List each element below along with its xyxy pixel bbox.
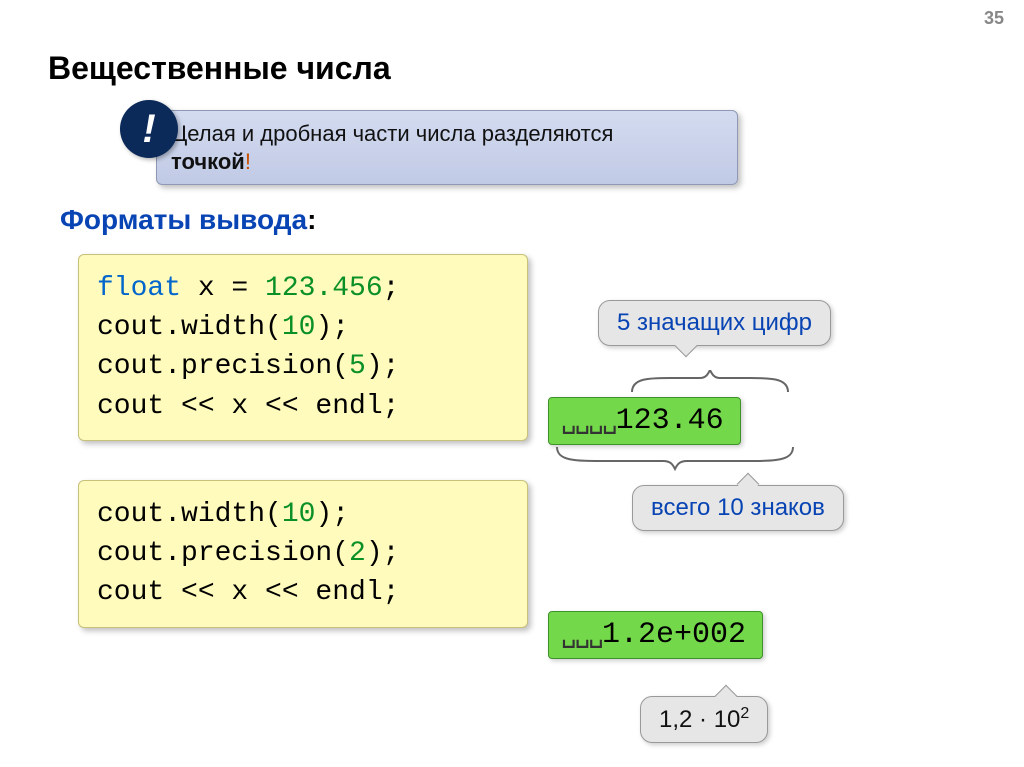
note-text: Целая и дробная части числа разделяются … [171,120,613,175]
code-text: cout.width( [97,499,282,530]
code-text: ); [315,499,349,530]
code-line: float x = 123.456; [97,269,509,308]
page-title: Вещественные числа [48,50,391,87]
code-text: ); [366,538,400,569]
output-value: 123.46 [616,404,724,438]
literal: 2 [349,538,366,569]
callout-significant-digits: 5 значащих цифр [598,300,831,346]
callout-sci-exp: 2 [740,705,749,722]
literal: 10 [282,499,316,530]
brace-bottom-icon [555,445,795,476]
code-text: cout.width( [97,312,282,343]
code-line: cout << x << endl; [97,387,509,426]
code-line: cout.width(10); [97,495,509,534]
code-text: ; [383,273,400,304]
callout-scientific-value: 1,2 · 102 [640,696,768,743]
page-number: 35 [984,8,1004,29]
note-box: Целая и дробная части числа разделяются … [156,110,738,185]
code-text: x = [181,273,265,304]
literal: 10 [282,312,316,343]
literal: 123.456 [265,273,383,304]
output-box-2: ␣␣␣1.2e+002 [548,611,763,659]
code-line: cout.precision(2); [97,534,509,573]
code-text: ); [366,351,400,382]
output-box-1: ␣␣␣␣123.46 [548,397,741,445]
subtitle-text: Форматы вывода [60,204,307,235]
callout-sci-base: 1,2 · 10 [659,706,740,733]
brace-top-icon [630,370,790,399]
subtitle: Форматы вывода: [60,204,316,236]
output-leading-spaces: ␣␣␣ [561,619,602,650]
code-text: cout.precision( [97,538,349,569]
attention-icon: ! [120,100,178,158]
note-line1: Целая и дробная части числа разделяются [171,121,613,146]
literal: 5 [349,351,366,382]
code-block-2: cout.width(10); cout.precision(2); cout … [78,480,528,628]
code-line: cout.width(10); [97,308,509,347]
keyword-float: float [97,273,181,304]
code-text: ); [315,312,349,343]
code-line: cout.precision(5); [97,347,509,386]
output-value: 1.2e+002 [602,618,746,652]
code-block-1: float x = 123.456; cout.width(10); cout.… [78,254,528,441]
output-leading-spaces: ␣␣␣␣ [561,405,616,436]
callout-total-chars: всего 10 знаков [632,485,844,531]
note-bold-word: точкой [171,149,245,174]
code-text: cout.precision( [97,351,349,382]
note-exclamation: ! [245,149,251,174]
code-line: cout << x << endl; [97,573,509,612]
